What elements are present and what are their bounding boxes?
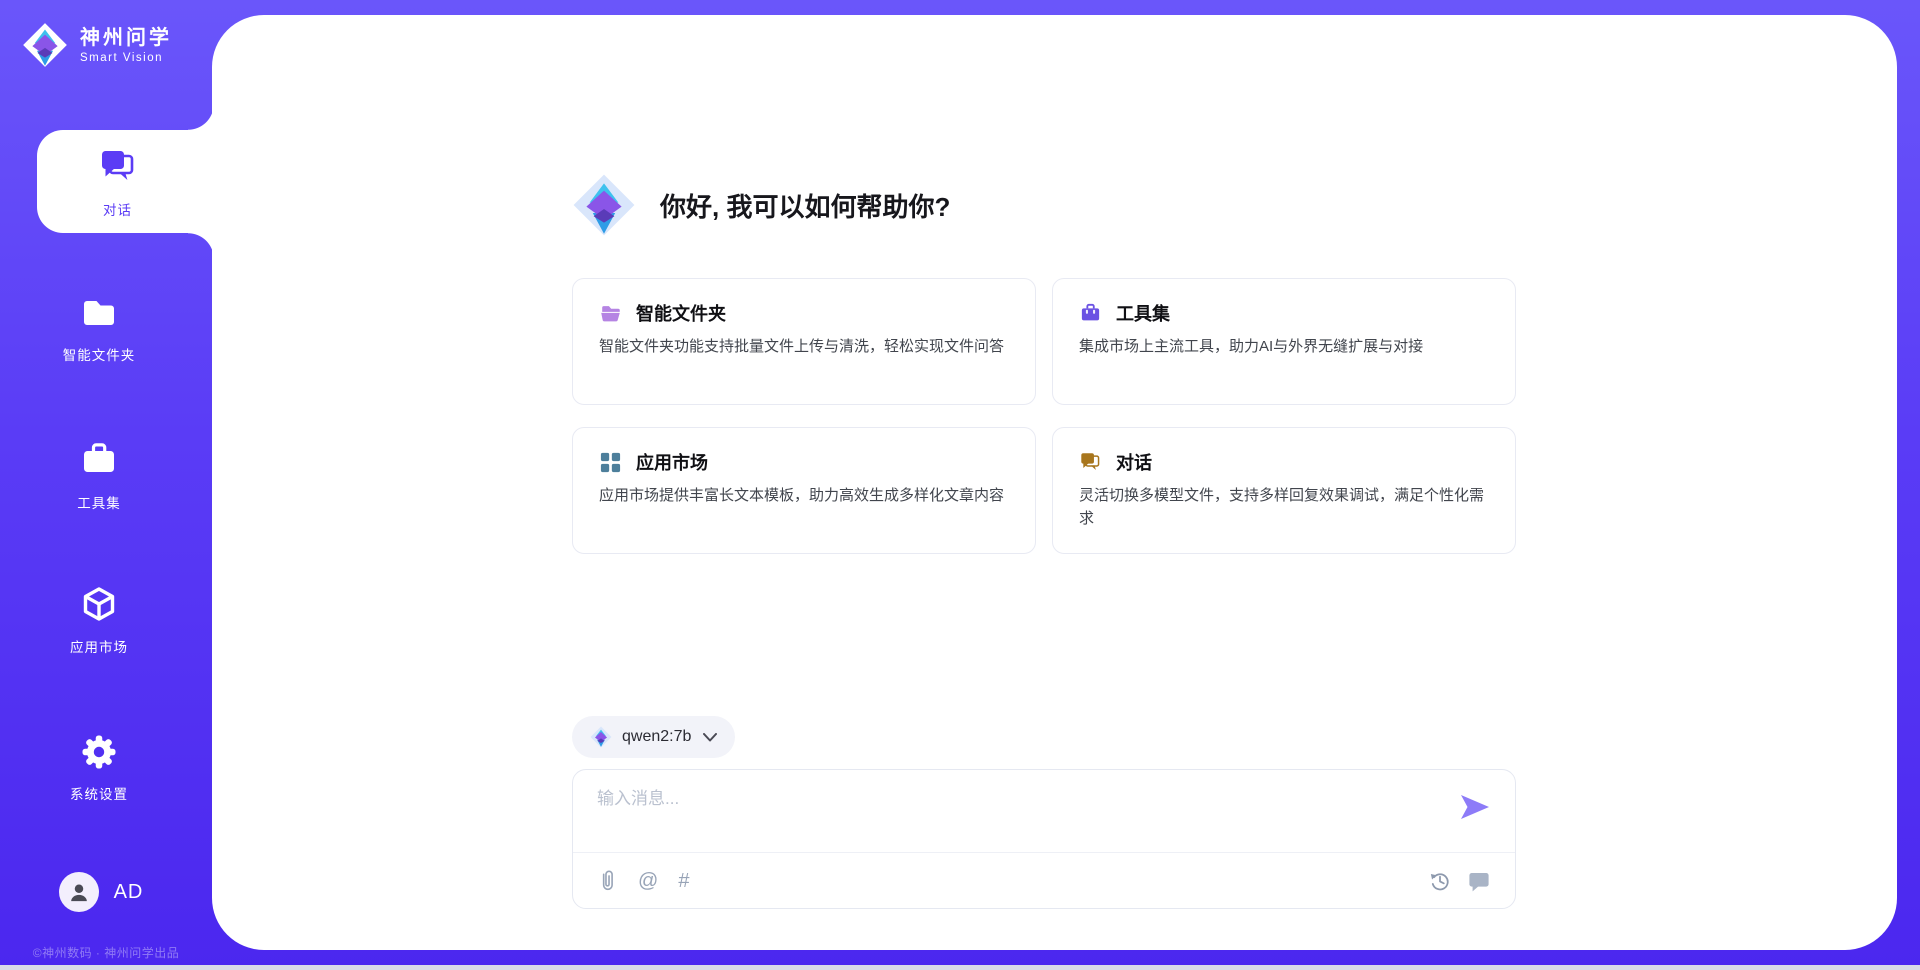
chat-icon [1079,451,1102,474]
card-title: 对话 [1116,449,1152,475]
diamond-logo-icon [590,726,612,748]
history-icon[interactable] [1429,870,1451,892]
sidebar: 神州问学 Smart Vision 对话 智能文件夹 工具集 应用市场 [0,0,212,970]
message-input[interactable] [597,784,1443,842]
main-panel: 你好, 我可以如何帮助你? 智能文件夹 智能文件夹功能支持批量文件上传与清洗，轻… [212,15,1897,950]
sidebar-footer-text: ©神州数码 · 神州问学出品 [0,944,212,961]
card-smart-folder[interactable]: 智能文件夹 智能文件夹功能支持批量文件上传与清洗，轻松实现文件问答 [572,278,1036,405]
gear-icon [79,731,119,771]
user-profile[interactable]: AD [0,872,212,912]
toolbox-icon [1079,302,1102,325]
comment-icon[interactable] [1467,869,1491,893]
card-app-market[interactable]: 应用市场 应用市场提供丰富长文本模板，助力高效生成多样化文章内容 [572,427,1036,554]
sidebar-item-chat[interactable]: 对话 [37,130,214,233]
card-description: 集成市场上主流工具，助力AI与外界无缝扩展与对接 [1079,335,1489,358]
window-bottom-strip [0,965,1920,970]
message-composer: @ # [572,769,1516,909]
card-chat[interactable]: 对话 灵活切换多模型文件，支持多样回复效果调试，满足个性化需求 [1052,427,1516,554]
card-description: 灵活切换多模型文件，支持多样回复效果调试，满足个性化需求 [1079,484,1489,531]
at-icon[interactable]: @ [638,871,658,891]
sidebar-item-toolset[interactable]: 工具集 [0,440,212,512]
brand-logo: 神州问学 Smart Vision [22,22,172,68]
greeting: 你好, 我可以如何帮助你? [572,173,950,237]
sidebar-item-label: 系统设置 [0,783,198,803]
diamond-logo-icon [572,173,636,237]
sidebar-item-label: 智能文件夹 [0,344,198,364]
card-description: 智能文件夹功能支持批量文件上传与清洗，轻松实现文件问答 [599,335,1009,358]
hash-icon[interactable]: # [678,871,689,891]
avatar [59,872,99,912]
chevron-down-icon [703,733,717,742]
feature-cards: 智能文件夹 智能文件夹功能支持批量文件上传与清洗，轻松实现文件问答 工具集 集成… [572,278,1516,554]
user-initials: AD [114,881,144,904]
send-icon[interactable] [1459,792,1491,822]
folder-open-icon [599,302,622,325]
card-description: 应用市场提供丰富长文本模板，助力高效生成多样化文章内容 [599,484,1009,507]
sidebar-item-label: 工具集 [0,492,198,512]
toolbox-icon [79,440,119,480]
brand-name: 神州问学 [80,27,172,50]
cube-icon [79,584,119,624]
card-title: 应用市场 [636,449,708,475]
folder-icon [79,292,119,332]
sidebar-item-label: 应用市场 [0,636,198,656]
sidebar-item-label: 对话 [37,199,198,219]
sidebar-item-settings[interactable]: 系统设置 [0,731,212,803]
card-title: 工具集 [1116,300,1170,326]
paperclip-icon[interactable] [597,869,618,892]
greeting-title: 你好, 我可以如何帮助你? [660,187,950,224]
brand-subtitle: Smart Vision [80,52,172,64]
diamond-logo-icon [22,22,68,68]
grid-icon [599,451,622,474]
card-toolset[interactable]: 工具集 集成市场上主流工具，助力AI与外界无缝扩展与对接 [1052,278,1516,405]
chat-icon [98,147,138,187]
model-name: qwen2:7b [622,728,691,746]
card-title: 智能文件夹 [636,300,726,326]
sidebar-item-smart-folder[interactable]: 智能文件夹 [0,292,212,364]
sidebar-item-app-market[interactable]: 应用市场 [0,584,212,656]
person-icon [66,879,92,905]
model-selector[interactable]: qwen2:7b [572,716,735,758]
